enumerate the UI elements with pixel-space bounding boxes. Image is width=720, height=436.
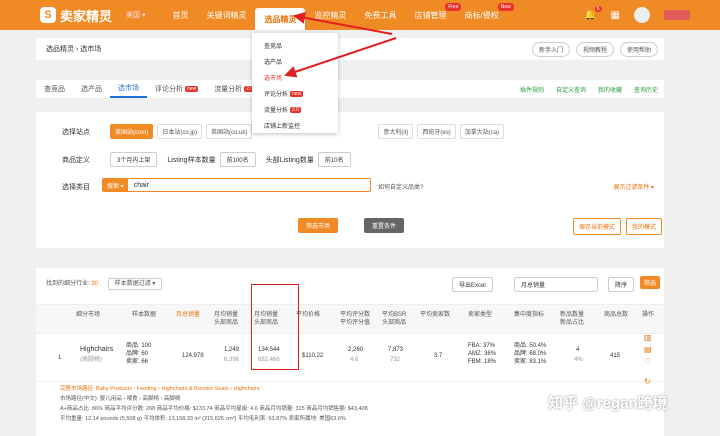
watermark: 知乎 @regan跨境 — [548, 395, 668, 412]
annotation-arrows — [284, 11, 397, 78]
arrow-to-menu — [284, 37, 397, 78]
arrow-to-nav — [293, 11, 393, 35]
